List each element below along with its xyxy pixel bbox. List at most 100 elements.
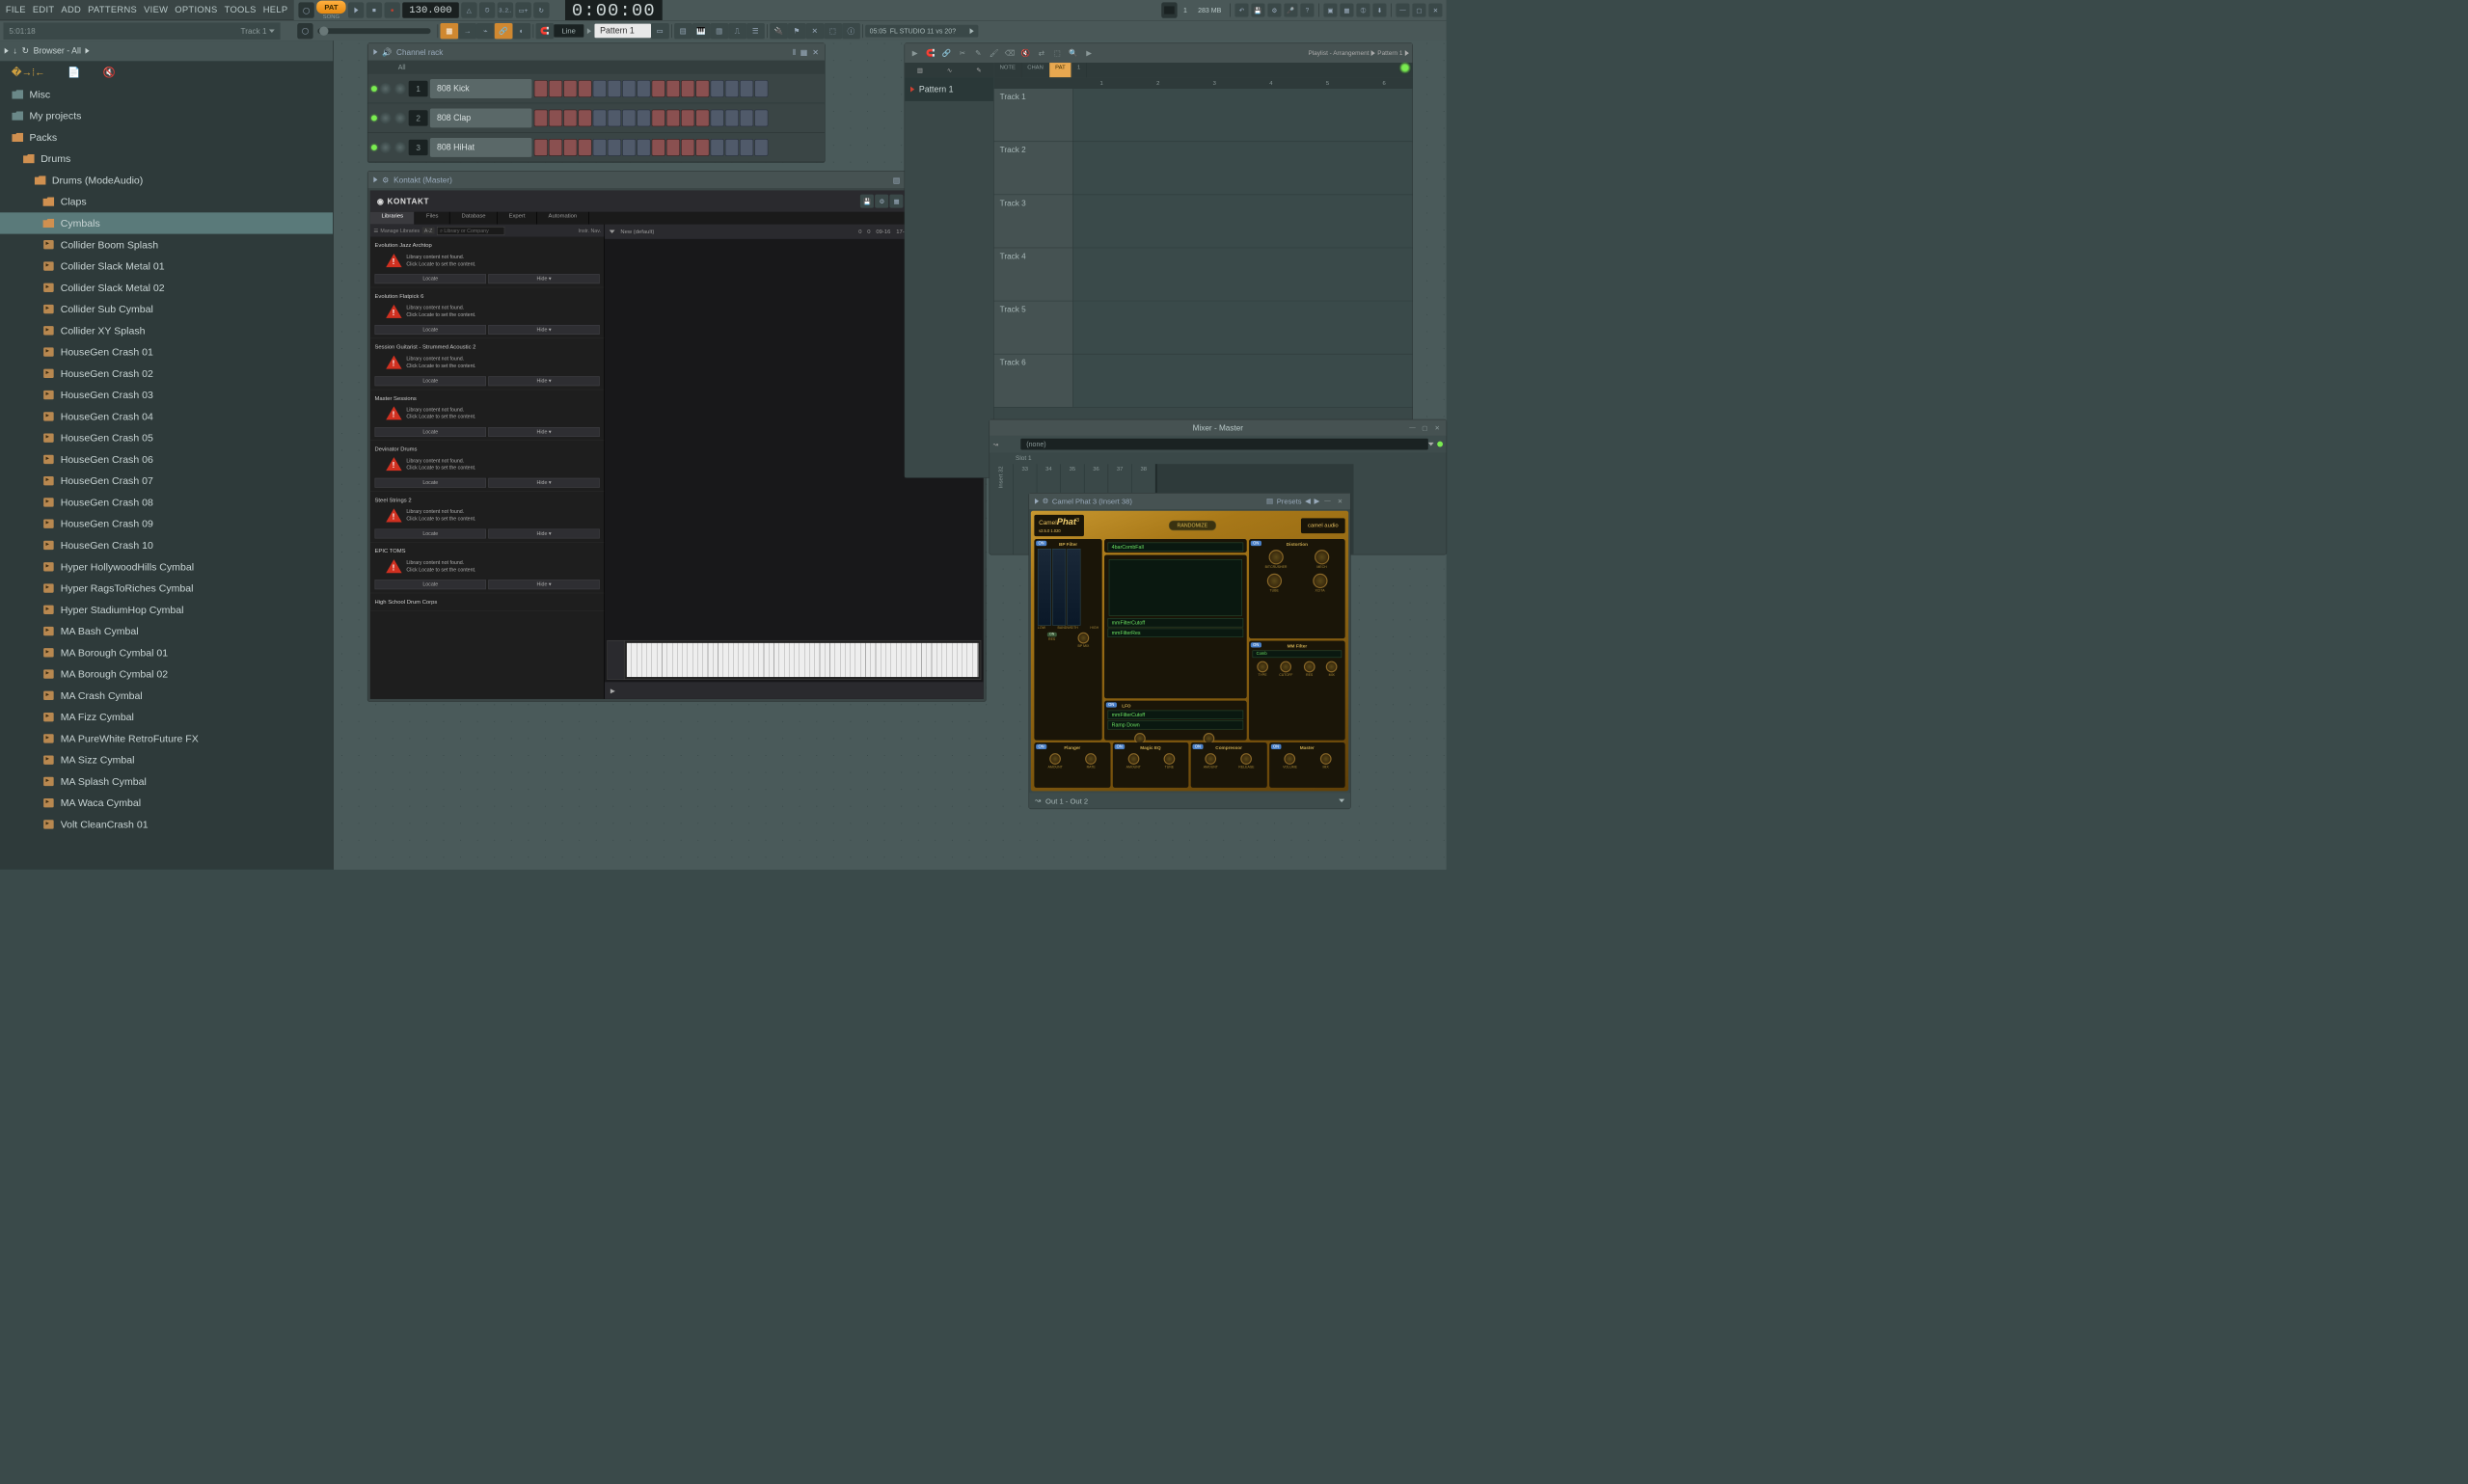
save-button[interactable]: 💾	[1251, 4, 1264, 17]
channel-mute-led[interactable]	[371, 86, 377, 92]
step-button[interactable]	[754, 80, 768, 97]
kt-save-icon[interactable]: 💾	[860, 195, 874, 208]
step-button[interactable]	[534, 109, 548, 126]
cp-lfo-shape[interactable]: Ramp Down	[1108, 720, 1244, 729]
view-playlist-button[interactable]: ▤	[674, 23, 692, 39]
cp-lfo-on[interactable]: ON	[1106, 702, 1117, 707]
pl-sub-next-icon[interactable]	[1405, 50, 1409, 56]
browser-mute-icon[interactable]: 🔇	[103, 67, 116, 78]
kt-hide-button[interactable]: Hide ▾	[488, 376, 599, 386]
channel-route-num[interactable]: 3	[409, 139, 428, 154]
kt-onscreen-keyboard[interactable]	[607, 640, 981, 680]
cr-options-icon[interactable]: ▦	[800, 47, 808, 57]
close-windows-button[interactable]: ✕	[805, 23, 824, 39]
cp-master-on[interactable]: ON	[1271, 744, 1282, 749]
render-button[interactable]: ⚙	[1267, 4, 1281, 17]
song-mode-label[interactable]: SONG	[323, 13, 339, 19]
browser-menu-icon[interactable]	[5, 48, 9, 54]
cp-comp-on[interactable]: ON	[1192, 744, 1203, 749]
browser-fav-icon[interactable]: ↓	[13, 46, 16, 56]
step-button[interactable]	[637, 109, 650, 126]
view-browser-button[interactable]: ☰	[746, 23, 765, 39]
mixer-close-icon[interactable]: ✕	[1433, 424, 1442, 432]
kt-hide-button[interactable]: Hide ▾	[488, 529, 599, 539]
cp-bpmix-knob[interactable]	[1078, 633, 1090, 644]
step-button[interactable]	[754, 109, 768, 126]
wait-button[interactable]: 3..2..	[498, 2, 513, 17]
mx-dropdown-icon[interactable]	[1428, 443, 1434, 446]
step-button[interactable]	[593, 80, 607, 97]
step-button[interactable]	[534, 80, 548, 97]
metronome-button[interactable]: △	[461, 2, 476, 17]
pl-picker-auto-icon[interactable]: ✎	[976, 67, 981, 74]
audio-settings-button[interactable]: 🎤	[1284, 4, 1297, 17]
pl-select-icon[interactable]: ⬚	[1050, 46, 1064, 60]
menu-edit[interactable]: EDIT	[29, 4, 58, 16]
channel-name-button[interactable]: 808 Kick	[430, 79, 531, 98]
step-button[interactable]	[549, 139, 562, 156]
save-icon[interactable]: ▣	[1323, 4, 1337, 17]
step-button[interactable]	[695, 109, 709, 126]
kt-locate-button[interactable]: Locate	[375, 580, 486, 589]
camel-out-route-icon[interactable]: ↝	[1035, 796, 1041, 805]
browser-refresh-icon[interactable]: ↻	[22, 45, 29, 56]
menu-options[interactable]: OPTIONS	[172, 4, 221, 16]
tree-folder-myprojects[interactable]: My projects	[0, 105, 333, 126]
channel-route-num[interactable]: 1	[409, 81, 428, 96]
track-label[interactable]: Track 1	[994, 89, 1073, 141]
tree-file[interactable]: HouseGen Crash 06	[0, 448, 333, 470]
channel-row[interactable]: 3808 HiHat	[367, 133, 824, 162]
cp-mod-y[interactable]: mmFilterRes	[1108, 629, 1244, 637]
kt-sort[interactable]: A-Z	[422, 228, 435, 234]
step-button[interactable]	[549, 80, 562, 97]
kt-settings-icon[interactable]: ⚙	[875, 195, 888, 208]
step-button[interactable]	[534, 139, 548, 156]
kt-kb0[interactable]: 0	[867, 229, 870, 234]
pl-magnet-icon[interactable]: 🧲	[924, 46, 937, 60]
mixer-min-icon[interactable]: —	[1408, 424, 1417, 432]
step-button[interactable]	[725, 80, 739, 97]
mx-slot-led[interactable]	[1437, 442, 1443, 447]
cp-xcita-knob[interactable]	[1313, 574, 1327, 588]
step-button[interactable]	[608, 109, 621, 126]
channel-name-button[interactable]: 808 HiHat	[430, 138, 531, 157]
kt-library-entry[interactable]: High School Drum Corps	[370, 593, 605, 611]
cp-flanger-rate-knob[interactable]	[1085, 753, 1097, 765]
cp-tube-knob[interactable]	[1267, 574, 1282, 588]
track-lane[interactable]	[1073, 142, 1413, 194]
tree-file[interactable]: HouseGen Crash 07	[0, 471, 333, 492]
pl-picker-wave-icon[interactable]: ∿	[947, 67, 952, 74]
channel-vol-knob[interactable]	[393, 141, 406, 153]
browser-copy-icon[interactable]: 📄	[68, 67, 80, 78]
kt-locate-button[interactable]: Locate	[375, 376, 486, 386]
camel-gear-icon[interactable]: ⚙	[1043, 497, 1049, 505]
tree-file[interactable]: Hyper StadiumHop Cymbal	[0, 599, 333, 620]
tree-file[interactable]: Collider Sub Cymbal	[0, 298, 333, 319]
camel-output-label[interactable]: Out 1 - Out 2	[1045, 796, 1088, 805]
step-button[interactable]	[740, 80, 753, 97]
kt-locate-button[interactable]: Locate	[375, 529, 486, 539]
channel-route-num[interactable]: 2	[409, 110, 428, 125]
playlist-window[interactable]: ▶ 🧲 🔗 ✂ ✎ 🖌 ⌫ 🔇 ⇄ ⬚ 🔍 ▶ Playlist - Arran…	[905, 43, 1413, 478]
kt-locate-button[interactable]: Locate	[375, 325, 486, 335]
channel-row[interactable]: 2808 Clap	[367, 103, 824, 132]
kontakt-gear-icon[interactable]: ⚙	[382, 175, 389, 184]
kt-new-default[interactable]: New (default)	[620, 229, 654, 234]
step-button[interactable]	[622, 109, 636, 126]
tree-file[interactable]: MA Sizz Cymbal	[0, 749, 333, 770]
cp-bpf-on[interactable]: ON	[1036, 541, 1046, 546]
mx-route-icon[interactable]: ↝	[993, 441, 998, 448]
menu-add[interactable]: ADD	[58, 4, 85, 16]
step-button[interactable]	[695, 139, 709, 156]
step-button[interactable]	[652, 139, 665, 156]
camel-randomize-button[interactable]: RANDOMIZE	[1169, 521, 1216, 531]
cp-mod-x[interactable]: mmFilterCutoff	[1108, 618, 1244, 627]
step-button[interactable]	[681, 109, 694, 126]
step-button[interactable]	[622, 80, 636, 97]
tree-file[interactable]: Hyper RagsToRiches Cymbal	[0, 578, 333, 599]
track-label[interactable]: Track 5	[994, 301, 1073, 353]
step-button[interactable]	[740, 109, 753, 126]
kt-rack-expand-icon[interactable]	[610, 230, 615, 234]
kt-manage-libs[interactable]: Manage Libraries	[380, 228, 420, 233]
snap-menu-icon[interactable]: 🧲	[536, 23, 555, 39]
